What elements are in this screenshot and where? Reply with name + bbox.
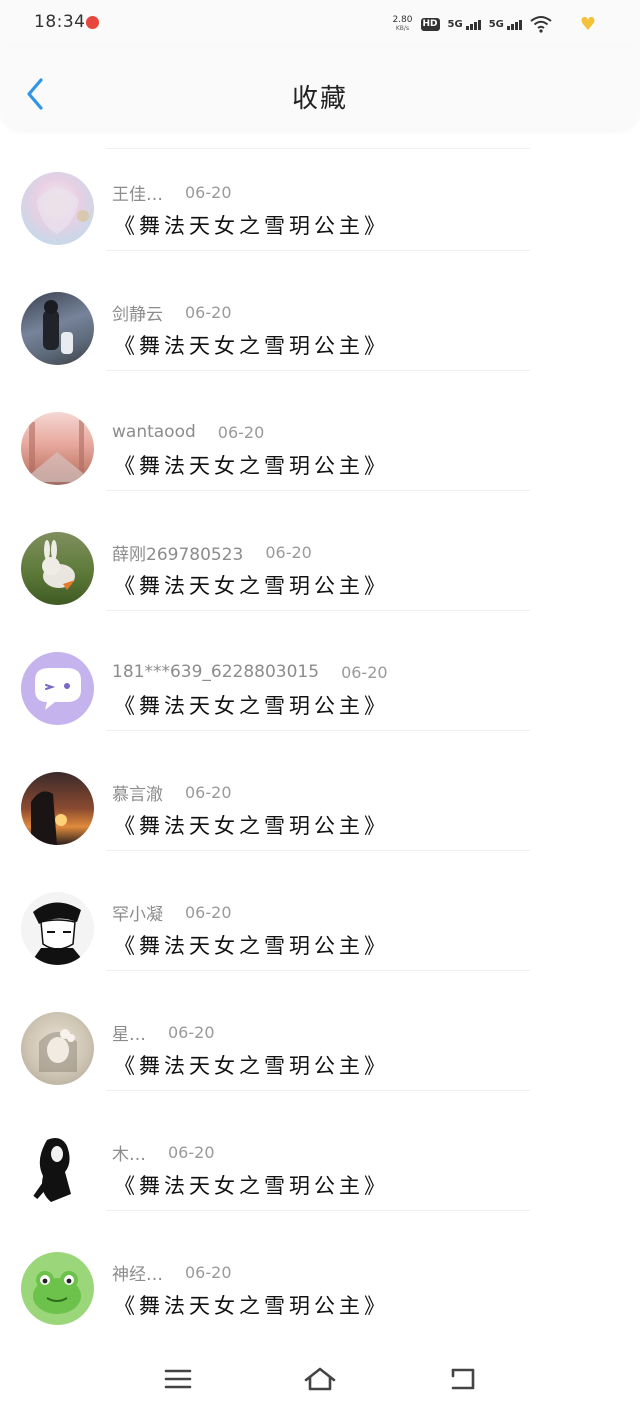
item-date: 06-20 xyxy=(168,1142,215,1162)
user-name: 剑静云 xyxy=(112,304,163,325)
item-date: 06-20 xyxy=(185,782,232,802)
item-meta: wantaood 06-20 xyxy=(112,421,264,443)
item-title: 《舞法天女之雪玥公主》 xyxy=(114,574,389,598)
item-title: 《舞法天女之雪玥公主》 xyxy=(114,694,389,718)
status-time: 18:34 xyxy=(34,12,86,32)
list-item[interactable]: 181***639_6228803015 06-20 《舞法天女之雪玥公主》 xyxy=(0,610,640,731)
net-speed-unit: KB/s xyxy=(395,25,410,32)
item-meta: 181***639_6228803015 06-20 xyxy=(112,661,388,683)
signal-2-label: 5G xyxy=(488,18,504,30)
avatar xyxy=(21,412,94,485)
status-icons: 2.80 KB/s HD 5G 5G ♥ xyxy=(392,10,596,38)
return-button[interactable] xyxy=(442,1361,482,1397)
item-title: 《舞法天女之雪玥公主》 xyxy=(114,454,389,478)
item-meta: 神经… 06-20 xyxy=(112,1261,232,1285)
list-item[interactable]: 罕小凝 06-20 《舞法天女之雪玥公主》 xyxy=(0,850,640,971)
home-icon xyxy=(304,1367,336,1391)
list-item[interactable]: 神经… 06-20 《舞法天女之雪玥公主》 xyxy=(0,1210,640,1330)
avatar xyxy=(21,772,94,845)
item-meta: 星… 06-20 xyxy=(112,1021,215,1045)
item-title: 《舞法天女之雪玥公主》 xyxy=(114,1174,389,1198)
user-name: 薛刚269780523 xyxy=(112,544,244,565)
return-icon xyxy=(451,1368,475,1390)
item-title: 《舞法天女之雪玥公主》 xyxy=(114,334,389,358)
menu-button[interactable] xyxy=(158,1361,198,1397)
list-item[interactable]: 剑静云 06-20 《舞法天女之雪玥公主》 xyxy=(0,250,640,371)
avatar xyxy=(21,1252,94,1325)
list-item[interactable]: 王佳… 06-20 《舞法天女之雪玥公主》 xyxy=(0,130,640,251)
item-title: 《舞法天女之雪玥公主》 xyxy=(114,814,389,838)
list-item[interactable]: 慕言澈 06-20 《舞法天女之雪玥公主》 xyxy=(0,730,640,851)
user-name: 慕言澈 xyxy=(112,784,163,805)
item-meta: 慕言澈 06-20 xyxy=(112,781,232,805)
list-item[interactable]: 木… 06-20 《舞法天女之雪玥公主》 xyxy=(0,1090,640,1211)
status-bar: 18:34 2.80 KB/s HD 5G 5G ♥ xyxy=(0,0,640,48)
net-speed: 2.80 KB/s xyxy=(392,16,412,32)
user-name: 王佳… xyxy=(112,184,163,205)
avatar xyxy=(21,532,94,605)
item-date: 06-20 xyxy=(185,1262,232,1282)
user-name: 星… xyxy=(112,1024,146,1045)
net-speed-value: 2.80 xyxy=(392,15,413,25)
avatar xyxy=(21,292,94,365)
item-title: 《舞法天女之雪玥公主》 xyxy=(114,1294,389,1318)
hd-icon: HD xyxy=(420,17,440,31)
item-date: 06-20 xyxy=(185,302,232,322)
item-date: 06-20 xyxy=(217,422,265,442)
item-date: 06-20 xyxy=(265,542,312,562)
item-title: 《舞法天女之雪玥公主》 xyxy=(114,1054,389,1078)
navigation-bar: 收藏 xyxy=(0,48,640,130)
avatar xyxy=(21,172,94,245)
item-meta: 薛刚269780523 06-20 xyxy=(112,541,312,565)
item-title: 《舞法天女之雪玥公主》 xyxy=(114,214,389,238)
avatar xyxy=(21,1132,94,1205)
user-name: 神经… xyxy=(112,1264,163,1285)
notification-icon xyxy=(86,16,99,29)
item-date: 06-20 xyxy=(185,182,232,202)
signal-2-icon: 5G xyxy=(489,19,522,30)
item-date: 06-20 xyxy=(341,662,388,682)
item-meta: 剑静云 06-20 xyxy=(112,301,232,325)
item-title: 《舞法天女之雪玥公主》 xyxy=(114,934,389,958)
home-button[interactable] xyxy=(300,1361,340,1397)
heart-icon: ♥ xyxy=(579,13,596,35)
avatar xyxy=(21,652,94,725)
item-meta: 罕小凝 06-20 xyxy=(112,901,232,925)
signal-1-label: 5G xyxy=(447,18,463,30)
item-date: 06-20 xyxy=(185,902,232,922)
item-meta: 王佳… 06-20 xyxy=(112,181,232,205)
list-item[interactable]: 薛刚269780523 06-20 《舞法天女之雪玥公主》 xyxy=(0,490,640,611)
user-name: 木… xyxy=(112,1144,146,1165)
list-item[interactable]: wantaood 06-20 《舞法天女之雪玥公主》 xyxy=(0,370,640,491)
user-name: 罕小凝 xyxy=(112,904,163,925)
system-navigation-bar xyxy=(0,1345,640,1415)
avatar xyxy=(21,892,94,965)
menu-icon xyxy=(164,1369,192,1389)
user-name: wantaood xyxy=(112,422,196,442)
user-name: 181***639_6228803015 xyxy=(112,662,320,682)
page-title: 收藏 xyxy=(291,84,348,114)
item-meta: 木… 06-20 xyxy=(112,1141,215,1165)
list-item[interactable]: 星… 06-20 《舞法天女之雪玥公主》 xyxy=(0,970,640,1091)
item-date: 06-20 xyxy=(168,1022,215,1042)
wifi-icon xyxy=(530,16,552,33)
signal-1-icon: 5G xyxy=(448,19,481,30)
avatar xyxy=(21,1012,94,1085)
